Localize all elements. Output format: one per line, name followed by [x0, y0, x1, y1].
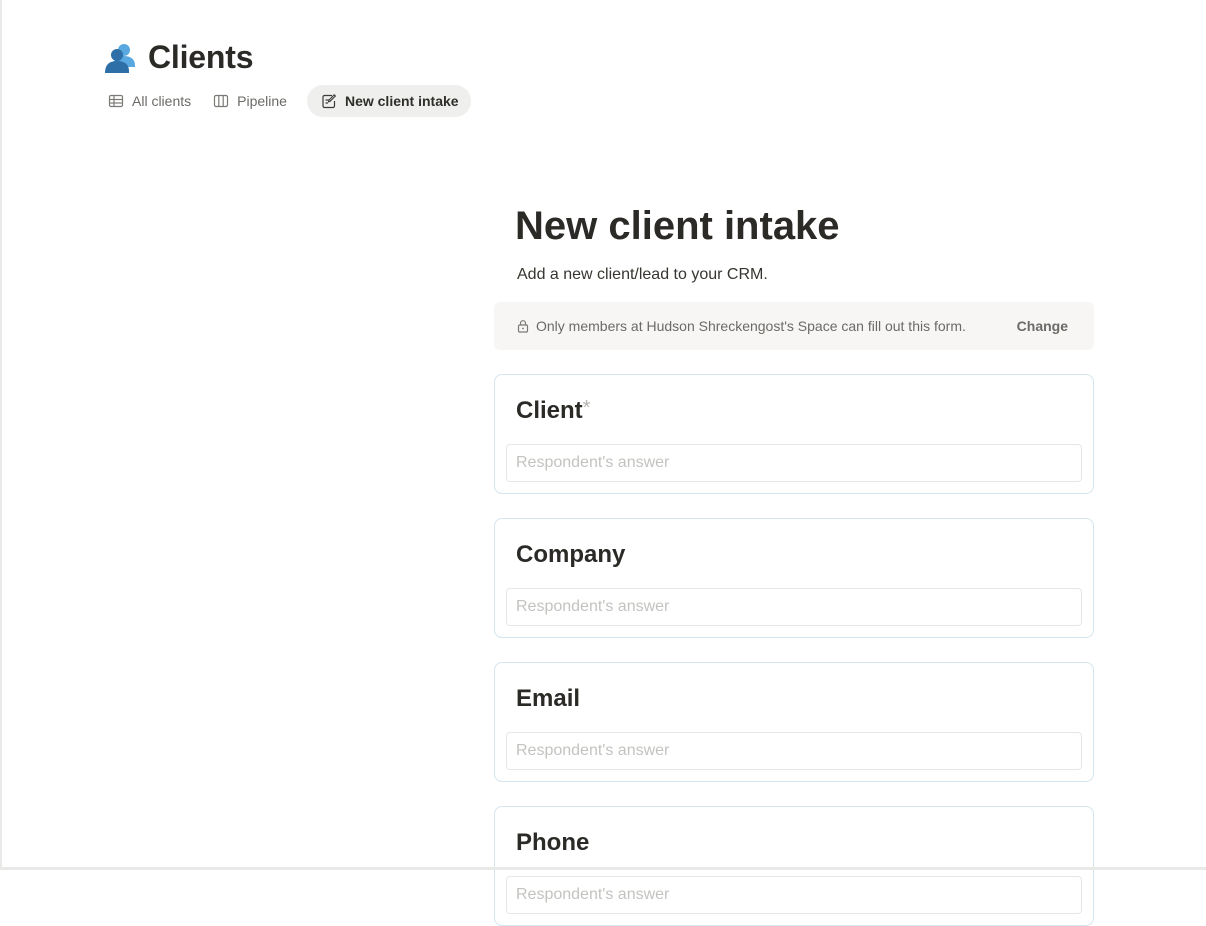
form-description[interactable]: Add a new client/lead to your CRM. [517, 266, 1094, 284]
question-label[interactable]: Company [516, 541, 625, 569]
page-title[interactable]: Clients [148, 39, 253, 76]
form-container: New client intake Add a new client/lead … [494, 200, 1094, 926]
permission-text: Only members at Hudson Shreckengost's Sp… [536, 318, 966, 334]
table-icon [108, 93, 124, 109]
people-icon[interactable] [104, 41, 136, 73]
lock-icon [516, 319, 530, 333]
company-answer-input[interactable] [506, 588, 1082, 626]
question-card-company: Company [494, 518, 1094, 638]
question-label-text: Phone [516, 829, 590, 856]
change-permission-button[interactable]: Change [1003, 314, 1082, 338]
tab-label: New client intake [344, 93, 459, 109]
question-card-phone: Phone [494, 806, 1094, 926]
page-header: Clients [104, 36, 253, 78]
question-label[interactable]: Email [516, 685, 580, 713]
tab-new-client-intake[interactable]: New client intake [306, 85, 471, 117]
form-title[interactable]: New client intake [515, 200, 1094, 252]
board-icon [213, 93, 229, 109]
question-label[interactable]: Client* [516, 397, 590, 425]
question-label[interactable]: Phone [516, 829, 589, 857]
tab-all-clients[interactable]: All clients [104, 85, 203, 117]
phone-answer-input[interactable] [506, 876, 1082, 914]
form-permission-bar: Only members at Hudson Shreckengost's Sp… [494, 302, 1094, 350]
client-answer-input[interactable] [506, 444, 1082, 482]
tab-pipeline[interactable]: Pipeline [209, 85, 299, 117]
form-icon [321, 93, 337, 109]
question-label-text: Email [516, 685, 581, 712]
question-card-email: Email [494, 662, 1094, 782]
question-card-client: Client* [494, 374, 1094, 494]
question-label-text: Company [516, 541, 626, 568]
tab-label: Pipeline [237, 93, 287, 109]
window-left-border [0, 0, 2, 870]
tab-label: All clients [132, 93, 192, 109]
email-answer-input[interactable] [506, 732, 1082, 770]
question-label-text: Client [516, 397, 583, 424]
view-tabs: All clients Pipeline New client intake [104, 85, 477, 117]
page-title-row: Clients [104, 36, 253, 78]
required-marker: * [582, 397, 591, 419]
